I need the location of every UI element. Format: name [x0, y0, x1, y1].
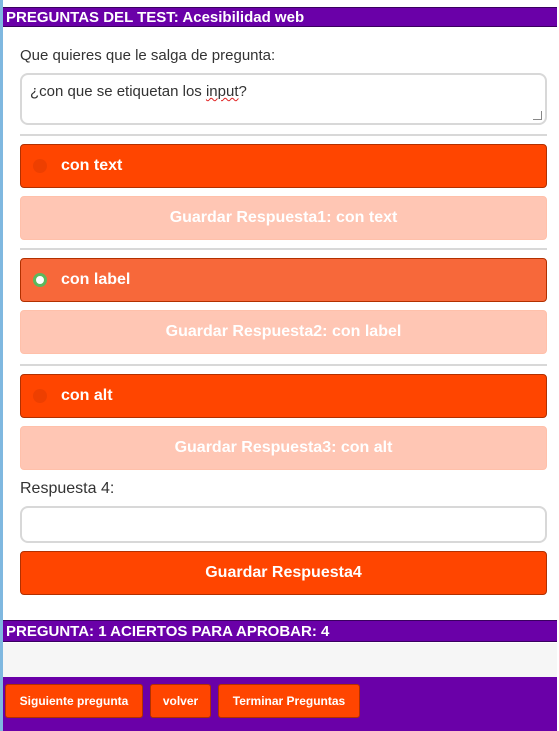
answer-option-2[interactable]: con label [20, 258, 547, 302]
radio-selected-icon[interactable] [33, 273, 47, 287]
question-textarea[interactable]: ¿con que se etiquetan los input? [20, 73, 547, 125]
answer-label: con label [61, 271, 131, 288]
answer-option-3[interactable]: con alt [20, 374, 547, 418]
answer-label: con alt [61, 387, 113, 404]
save-answer-1-button[interactable]: Guardar Respuesta1: con text [20, 196, 547, 240]
divider [20, 248, 547, 250]
response-4-input[interactable] [20, 506, 547, 543]
question-text-end: ? [238, 83, 247, 100]
save-answer-4-button[interactable]: Guardar Respuesta4 [20, 551, 547, 595]
question-text-misspelled: input [205, 83, 239, 100]
save-answer-2-button[interactable]: Guardar Respuesta2: con label [20, 310, 547, 354]
question-prompt-label: Que quieres que le salga de pregunta: [20, 47, 276, 64]
back-button[interactable]: volver [150, 684, 211, 718]
divider [20, 364, 547, 366]
radio-icon[interactable] [33, 389, 47, 403]
page-title: PREGUNTAS DEL TEST: Acesibilidad web [6, 9, 305, 26]
divider [20, 134, 547, 136]
next-question-button[interactable]: Siguiente pregunta [5, 684, 143, 718]
finish-questions-button[interactable]: Terminar Preguntas [218, 684, 360, 718]
header-bar: PREGUNTAS DEL TEST: Acesibilidad web [3, 7, 557, 27]
answer-label: con text [61, 157, 123, 174]
resize-handle-icon[interactable] [533, 111, 542, 120]
save-answer-3-button[interactable]: Guardar Respuesta3: con alt [20, 426, 547, 470]
status-text: PREGUNTA: 1 ACIERTOS PARA APROBAR: 4 [6, 623, 330, 640]
radio-icon[interactable] [33, 159, 47, 173]
question-text-start: ¿con que se etiquetan los [30, 83, 206, 100]
spacer-area [3, 643, 557, 677]
answer-option-1[interactable]: con text [20, 144, 547, 188]
status-bar: PREGUNTA: 1 ACIERTOS PARA APROBAR: 4 [3, 620, 557, 642]
response-4-label: Respuesta 4: [20, 480, 115, 497]
